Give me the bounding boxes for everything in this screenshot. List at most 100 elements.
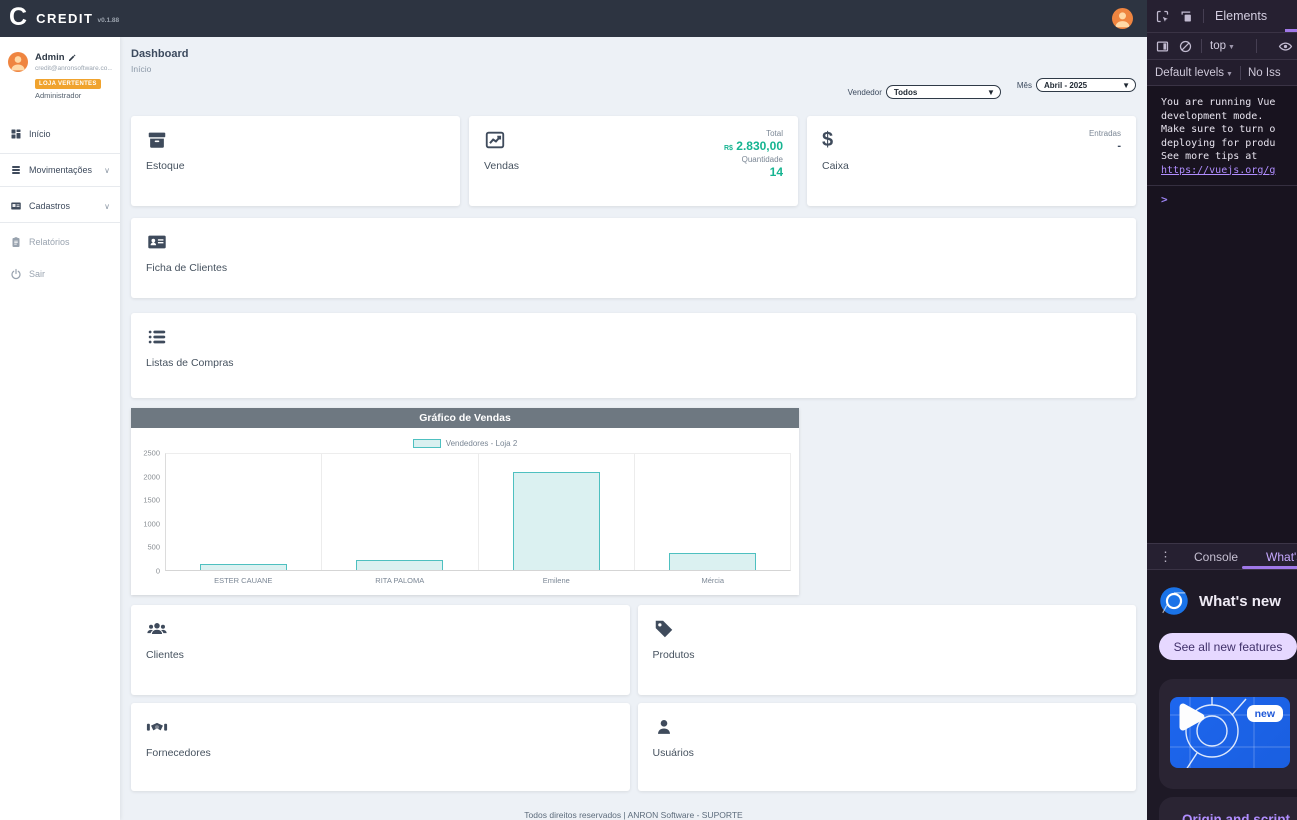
handshake-icon — [146, 716, 168, 738]
card-label: Produtos — [653, 649, 1122, 661]
chart-x-axis: ESTER CAUANE RITA PALOMA Emilene Mércia — [165, 576, 791, 585]
whats-new-title: What's new — [1199, 593, 1281, 610]
feature-video-card[interactable]: new — [1159, 679, 1297, 789]
devtools-tab-bar: Elements — [1147, 0, 1297, 33]
app-version: v0.1.88 — [97, 17, 119, 24]
dock-side-icon[interactable] — [1155, 39, 1170, 54]
card-label: Ficha de Clientes — [146, 262, 1121, 274]
sidebar-item-sair[interactable]: Sair — [0, 258, 120, 290]
card-label: Clientes — [146, 649, 615, 661]
mes-filter: Mês Abril - 2025 ▼ — [1017, 78, 1136, 92]
device-toolbar-icon[interactable] — [1179, 9, 1194, 24]
y-tick: 1000 — [143, 519, 160, 528]
quantidade-value: 14 — [724, 165, 783, 179]
chart-column — [322, 454, 478, 570]
user-icon — [653, 716, 675, 738]
chevron-down-icon: ∨ — [104, 166, 110, 175]
y-tick: 1500 — [143, 496, 160, 505]
address-card-icon — [10, 200, 22, 212]
chart-line-icon — [484, 129, 506, 151]
vuejs-link[interactable]: https://vuejs.org/g — [1161, 164, 1297, 178]
console-line: development mode. — [1161, 110, 1297, 124]
entradas-label: Entradas — [1089, 129, 1121, 138]
default-levels-dropdown[interactable]: Default levels▼ — [1155, 67, 1233, 79]
sidebar-item-label: Sair — [29, 269, 45, 279]
x-tick: RITA PALOMA — [322, 576, 479, 585]
drawer-tab-whats-new[interactable]: What's N — [1254, 550, 1297, 564]
inspect-element-icon[interactable] — [1155, 9, 1170, 24]
video-thumbnail[interactable]: new — [1170, 697, 1290, 768]
card-label: Vendas — [484, 160, 519, 172]
context-selector[interactable]: top▼ — [1210, 40, 1235, 52]
chevron-down-icon: ▼ — [1228, 44, 1235, 51]
edit-pencil-icon[interactable] — [68, 54, 76, 62]
see-all-features-button[interactable]: See all new features — [1159, 633, 1297, 660]
chevron-down-icon: ▼ — [1122, 81, 1130, 90]
play-icon[interactable] — [1170, 697, 1210, 737]
users-icon — [146, 618, 168, 640]
chart-bar — [200, 564, 287, 570]
chart-legend[interactable]: Vendedores - Loja 2 — [139, 439, 791, 448]
card-ficha-de-clientes[interactable]: Ficha de Clientes — [131, 218, 1136, 298]
console-prompt[interactable]: > — [1161, 186, 1297, 207]
card-label: Estoque — [146, 160, 185, 172]
page-title: Dashboard — [131, 48, 1136, 60]
card-estoque[interactable]: Estoque — [131, 116, 460, 206]
drawer-tab-console[interactable]: Console — [1182, 550, 1250, 564]
legend-swatch — [413, 439, 441, 448]
store-badge[interactable]: LOJA VERTENTES — [35, 79, 101, 89]
y-tick: 2000 — [143, 472, 160, 481]
user-block: Admin credit@anronsoftware.co... LOJA VE… — [0, 37, 120, 108]
sidebar-item-movimentacoes[interactable]: Movimentações ∨ — [0, 153, 120, 187]
mes-label: Mês — [1017, 81, 1032, 90]
sidebar-item-relatorios[interactable]: Relatórios — [0, 226, 120, 258]
total-amount: 2.830,00 — [736, 139, 783, 153]
chart-title: Gráfico de Vendas — [131, 408, 799, 428]
sidebar-avatar[interactable] — [8, 52, 28, 72]
mes-select[interactable]: Abril - 2025 ▼ — [1036, 78, 1136, 92]
issues-counter[interactable]: No Iss — [1248, 67, 1281, 79]
devtools-drawer: ⋮ Console What's N What's new See all ne… — [1147, 543, 1297, 820]
clear-console-icon[interactable] — [1178, 39, 1193, 54]
card-caixa[interactable]: $ Caixa Entradas - — [807, 116, 1136, 206]
more-options-icon[interactable]: ⋮ — [1153, 549, 1178, 565]
tab-elements[interactable]: Elements — [1213, 9, 1269, 23]
console-toolbar: top▼ — [1147, 33, 1297, 60]
chart-column — [479, 454, 635, 570]
whats-new-panel: What's new See all new features — [1147, 570, 1297, 820]
chevron-down-icon: ∨ — [104, 202, 110, 211]
card-fornecedores[interactable]: Fornecedores — [131, 703, 630, 791]
card-vendas[interactable]: Vendas Total R$ 2.830,00 Quantidade 14 — [469, 116, 798, 206]
bars-icon — [10, 164, 22, 176]
person-icon — [1112, 8, 1133, 29]
navbar-avatar[interactable] — [1112, 8, 1133, 29]
sidebar-item-label: Cadastros — [29, 201, 70, 211]
feature-link-card[interactable]: Origin and script — [1159, 797, 1297, 820]
chart-body: Vendedores - Loja 2 2500 2000 1500 1000 … — [131, 428, 799, 595]
console-message: You are running Vue development mode. Ma… — [1161, 96, 1297, 177]
whats-new-header: What's new — [1159, 586, 1297, 616]
y-tick: 500 — [147, 543, 160, 552]
sidebar-item-inicio[interactable]: Início — [0, 118, 120, 150]
active-tab-indicator — [1242, 566, 1297, 569]
origin-and-script-link[interactable]: Origin and script — [1182, 812, 1290, 820]
sidebar-menu: Início Movimentações ∨ Cadastros ∨ Relat… — [0, 118, 120, 290]
user-role: Administrador — [35, 91, 112, 100]
console-output: You are running Vue development mode. Ma… — [1147, 87, 1297, 543]
console-filter-bar: Default levels▼ No Iss — [1147, 60, 1297, 86]
total-label: Total — [724, 129, 783, 138]
sidebar-item-cadastros[interactable]: Cadastros ∨ — [0, 190, 120, 223]
card-clientes[interactable]: Clientes — [131, 605, 630, 695]
card-label: Fornecedores — [146, 747, 615, 759]
card-usuarios[interactable]: Usuários — [638, 703, 1137, 791]
card-listas-de-compras[interactable]: Listas de Compras — [131, 313, 1136, 398]
card-produtos[interactable]: Produtos — [638, 605, 1137, 695]
vendedor-select[interactable]: Todos ▼ — [886, 85, 1001, 99]
vendedor-label: Vendedor — [848, 88, 882, 97]
active-tab-indicator — [1285, 29, 1297, 32]
live-expression-eye-icon[interactable] — [1278, 39, 1293, 54]
y-tick: 2500 — [143, 449, 160, 458]
divider — [1256, 39, 1257, 53]
card-label: Usuários — [653, 747, 1122, 759]
power-icon — [10, 268, 22, 280]
